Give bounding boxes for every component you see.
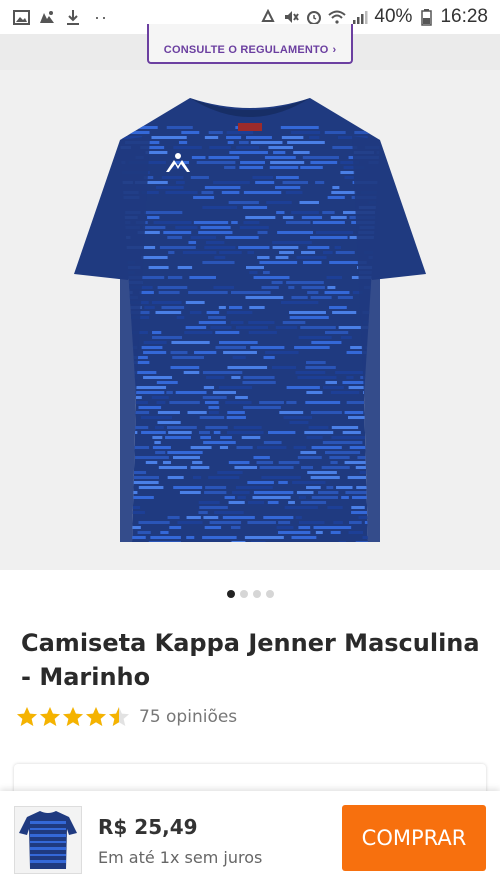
recycle-icon	[259, 9, 277, 25]
price: R$ 25,49	[98, 815, 198, 839]
alarm-icon	[305, 9, 323, 25]
mute-icon	[282, 9, 300, 25]
rating-row[interactable]: 75 opiniões	[16, 706, 237, 728]
promo-banner: CONSULTE O REGULAMENTO ›	[0, 24, 500, 70]
chevron-right-icon: ›	[332, 44, 337, 56]
carousel-dot[interactable]	[239, 590, 248, 598]
star-full-icon	[17, 707, 37, 726]
more-dots-icon: ··	[94, 6, 108, 27]
product-image-carousel[interactable]	[0, 70, 500, 570]
signal-icon	[351, 9, 369, 25]
star-half-icon	[109, 707, 129, 726]
buy-bar: R$ 25,49 Em até 1x sem juros COMPRAR	[0, 791, 500, 889]
rules-label: CONSULTE O REGULAMENTO	[163, 44, 329, 56]
star-full-icon	[63, 707, 83, 726]
carousel-dot[interactable]	[265, 590, 274, 598]
star-rating	[16, 706, 130, 728]
sync-icon	[38, 9, 56, 25]
buy-button[interactable]: COMPRAR	[342, 805, 486, 871]
clock: 16:28	[440, 6, 488, 27]
installments-text: Em até 1x sem juros	[98, 848, 263, 867]
product-title: Camiseta Kappa Jenner Masculina - Marinh…	[21, 629, 480, 691]
carousel-dot[interactable]	[252, 590, 261, 598]
review-count[interactable]: 75 opiniões	[139, 707, 237, 727]
status-left: ··	[12, 7, 108, 28]
download-icon	[64, 9, 82, 25]
star-full-icon	[86, 707, 106, 726]
rules-button[interactable]: CONSULTE O REGULAMENTO ›	[147, 24, 353, 64]
star-full-icon	[40, 707, 60, 726]
carousel-indicator	[0, 590, 500, 598]
carousel-dot[interactable]	[226, 590, 235, 598]
product-thumbnail	[14, 806, 82, 874]
battery-percent: 40%	[374, 6, 413, 27]
product-image	[74, 98, 426, 542]
image-icon	[12, 9, 30, 25]
wifi-icon	[328, 9, 347, 25]
battery-icon	[417, 8, 435, 26]
